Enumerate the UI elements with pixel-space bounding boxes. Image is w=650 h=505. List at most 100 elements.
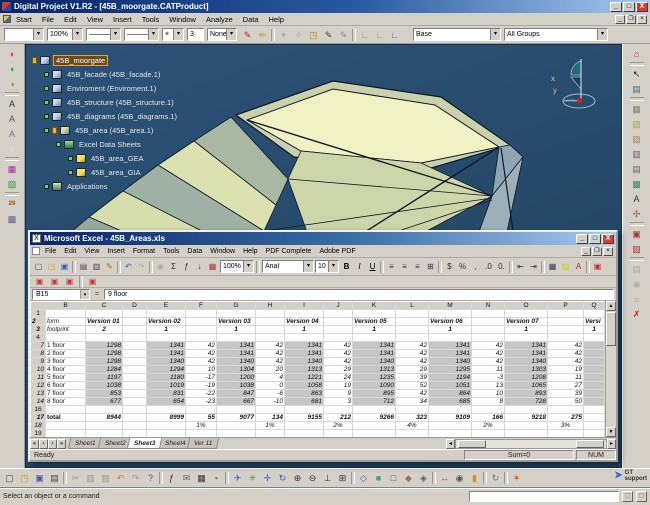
cell-C10[interactable]: 1284 <box>86 366 123 374</box>
excel-maximize-button[interactable]: □ <box>589 234 601 244</box>
cell-F9[interactable]: 42 <box>186 358 217 366</box>
column-header-h[interactable]: H <box>256 302 285 310</box>
cell-M14[interactable]: 685 <box>429 398 472 406</box>
axis-system-y-icon[interactable]: ∟ <box>372 28 387 42</box>
cell-K18[interactable] <box>353 422 396 430</box>
cell-F3[interactable] <box>186 326 217 334</box>
cell-B12[interactable]: 6 floor <box>46 382 86 390</box>
cell-C17[interactable]: 8944 <box>86 414 123 422</box>
cell-E7[interactable]: 1341 <box>147 342 186 350</box>
disabled-tool-icon[interactable]: ✦ <box>276 28 291 42</box>
tree-node-icon[interactable] <box>56 142 61 147</box>
undo-icon[interactable]: ↶ <box>122 260 135 273</box>
currency-icon[interactable]: $ <box>443 260 456 273</box>
cell-M4[interactable] <box>429 334 472 342</box>
spellcheck-icon[interactable]: A <box>629 192 644 206</box>
maximize-button[interactable]: □ <box>623 2 635 12</box>
cell-F11[interactable]: -17 <box>186 374 217 382</box>
cell-P7[interactable]: 42 <box>548 342 584 350</box>
cell-Q12[interactable] <box>584 382 605 390</box>
tree-item-applications[interactable]: Applications <box>30 179 205 193</box>
cell-N16[interactable] <box>472 406 505 414</box>
chevron-down-icon[interactable]: ▾ <box>110 29 120 40</box>
cell-D19[interactable] <box>123 430 147 438</box>
borders-icon[interactable]: ▦ <box>546 260 559 273</box>
chevron-down-icon[interactable]: ▾ <box>173 29 183 40</box>
font-size-combo[interactable]: 10▾ <box>315 260 339 273</box>
cell-P4[interactable] <box>548 334 584 342</box>
tree-node-icon[interactable] <box>44 86 49 91</box>
render-style-icon[interactable]: ◆ <box>401 471 416 485</box>
cell-B11[interactable]: 5 floor <box>46 374 86 382</box>
cell-Q4[interactable] <box>584 334 605 342</box>
surface-orange-icon[interactable]: ◑ <box>5 77 20 91</box>
cell-N8[interactable]: 42 <box>472 350 505 358</box>
vertical-scroll-thumb[interactable] <box>606 312 616 346</box>
cell-P1[interactable] <box>548 310 584 318</box>
cell-I17[interactable]: 9155 <box>285 414 324 422</box>
cell-C9[interactable]: 1298 <box>86 358 123 366</box>
cell-P18[interactable]: 3% <box>548 422 584 430</box>
cell-Q2[interactable]: Versi <box>584 318 605 326</box>
surface-green-icon[interactable]: ◖ <box>5 62 20 76</box>
horizontal-scroll-thumb2[interactable] <box>576 440 604 448</box>
row-header-19[interactable]: 19 <box>31 430 46 438</box>
hide-show-icon[interactable]: ✗ <box>629 307 644 321</box>
formula-icon[interactable]: ƒ <box>164 471 179 485</box>
disabled-print-icon[interactable]: ▤ <box>629 262 644 276</box>
save-icon[interactable]: ▣ <box>32 471 47 485</box>
cell-N1[interactable] <box>472 310 505 318</box>
cell-E4[interactable] <box>147 334 186 342</box>
cell-K4[interactable] <box>353 334 396 342</box>
print-preview-icon[interactable]: ▥ <box>90 260 103 273</box>
update-icon[interactable]: ↻ <box>488 471 503 485</box>
cell-F4[interactable] <box>186 334 217 342</box>
doc-minus-icon[interactable]: ▤ <box>629 162 644 176</box>
cell-F14[interactable]: -23 <box>186 398 217 406</box>
zoom-out-icon[interactable]: ⊖ <box>305 471 320 485</box>
close-button[interactable]: X <box>636 2 648 12</box>
cell-Q13[interactable] <box>584 390 605 398</box>
select-all-corner[interactable] <box>31 302 46 310</box>
next-sheet-icon[interactable]: › <box>48 439 57 449</box>
cell-J7[interactable]: 42 <box>324 342 353 350</box>
name-box[interactable]: B15▾ <box>32 289 90 300</box>
cell-B9[interactable]: 3 floor <box>46 358 86 366</box>
cell-D13[interactable] <box>123 390 147 398</box>
command-ok-button[interactable]: ▢ <box>622 491 633 502</box>
cell-E1[interactable] <box>147 310 186 318</box>
cell-M11[interactable]: 1194 <box>429 374 472 382</box>
scroll-left-icon[interactable]: ◂ <box>446 439 455 449</box>
cell-L14[interactable]: 34 <box>396 398 429 406</box>
tree-item-enviroment-enviroment-1[interactable]: Enviroment (Enviroment.1) <box>30 81 205 95</box>
cell-C12[interactable]: 1038 <box>86 382 123 390</box>
scroll-up-icon[interactable]: ▲ <box>606 301 616 311</box>
column-header-k[interactable]: K <box>353 302 396 310</box>
cell-D3[interactable] <box>123 326 147 334</box>
cell-H16[interactable] <box>256 406 285 414</box>
cell-K11[interactable]: 1235 <box>353 374 396 382</box>
menu-file[interactable]: File <box>41 247 60 256</box>
menu-edit[interactable]: Edit <box>59 14 82 25</box>
link-manager-icon[interactable]: ▧ <box>629 242 644 256</box>
minimize-button[interactable]: _ <box>610 2 622 12</box>
cell-L13[interactable]: 42 <box>396 390 429 398</box>
menu-window[interactable]: Window <box>164 14 201 25</box>
cell-F2[interactable] <box>186 318 217 326</box>
text-annotation-icon[interactable]: A <box>5 97 20 111</box>
cell-L19[interactable] <box>396 430 429 438</box>
cell-N7[interactable]: 42 <box>472 342 505 350</box>
chevron-down-icon[interactable]: ▾ <box>597 29 607 40</box>
cell-E8[interactable]: 1341 <box>147 350 186 358</box>
cell-I14[interactable]: 681 <box>285 398 324 406</box>
cell-G2[interactable]: Version 03 <box>217 318 256 326</box>
row-header-18[interactable]: 18 <box>31 422 46 430</box>
datum-annotation-icon[interactable]: A <box>5 127 20 141</box>
cell-D11[interactable] <box>123 374 147 382</box>
tree-item-45b-diagrams-45b-diagrams-1[interactable]: 45B_diagrams (45B_diagrams.1) <box>30 109 205 123</box>
excel-close-button[interactable]: X <box>602 234 614 244</box>
line-thickness-combo[interactable]: ———▾ <box>86 28 121 41</box>
cell-C14[interactable]: 677 <box>86 398 123 406</box>
scroll-down-icon[interactable]: ▼ <box>606 427 616 437</box>
open-icon[interactable]: ◳ <box>45 260 58 273</box>
